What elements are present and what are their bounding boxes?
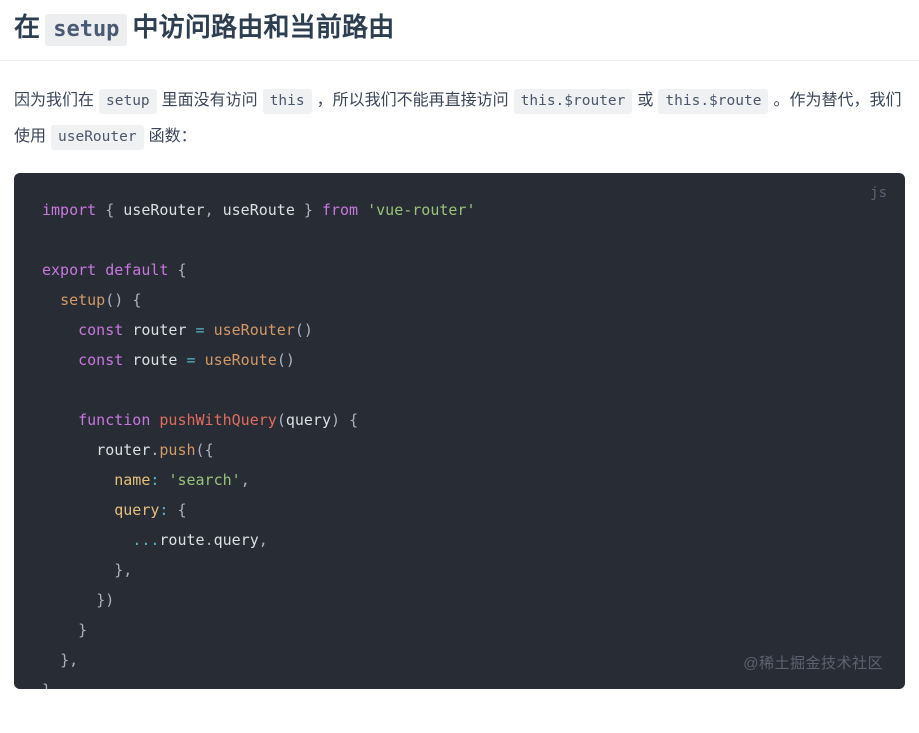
page-title-suffix: 中访问路由和当前路由: [132, 12, 395, 42]
paragraph-text-4: 或: [637, 92, 654, 109]
inline-code-setup-2: setup: [99, 89, 157, 114]
paragraph-text-6: 函数：: [148, 128, 197, 145]
code-block: js import { useRouter, useRoute } from '…: [14, 173, 905, 689]
page-title-prefix: 在: [14, 12, 41, 42]
inline-code-this: this: [262, 89, 312, 114]
inline-code-this-route: this.$route: [658, 89, 769, 114]
code-language-label: js: [870, 185, 887, 201]
code-content[interactable]: import { useRouter, useRoute } from 'vue…: [14, 195, 905, 689]
inline-code-userouter: useRouter: [51, 125, 144, 150]
page-title: 在 setup 中访问路由和当前路由: [0, 0, 919, 61]
intro-paragraph: 因为我们在 setup 里面没有访问 this ，所以我们不能再直接访问 this.$ro…: [0, 61, 919, 155]
paragraph-text-3: ，所以我们不能再直接访问: [316, 92, 509, 109]
article-page: 在 setup 中访问路由和当前路由 因为我们在 setup 里面没有访问 this ，所以…: [0, 0, 919, 733]
watermark-label: @稀土掘金技术社区: [743, 655, 883, 672]
inline-code-this-router: this.$router: [513, 89, 633, 114]
paragraph-text-2: 里面没有访问: [161, 92, 258, 109]
inline-code-setup: setup: [45, 14, 128, 46]
paragraph-text-1: 因为我们在: [14, 92, 95, 109]
